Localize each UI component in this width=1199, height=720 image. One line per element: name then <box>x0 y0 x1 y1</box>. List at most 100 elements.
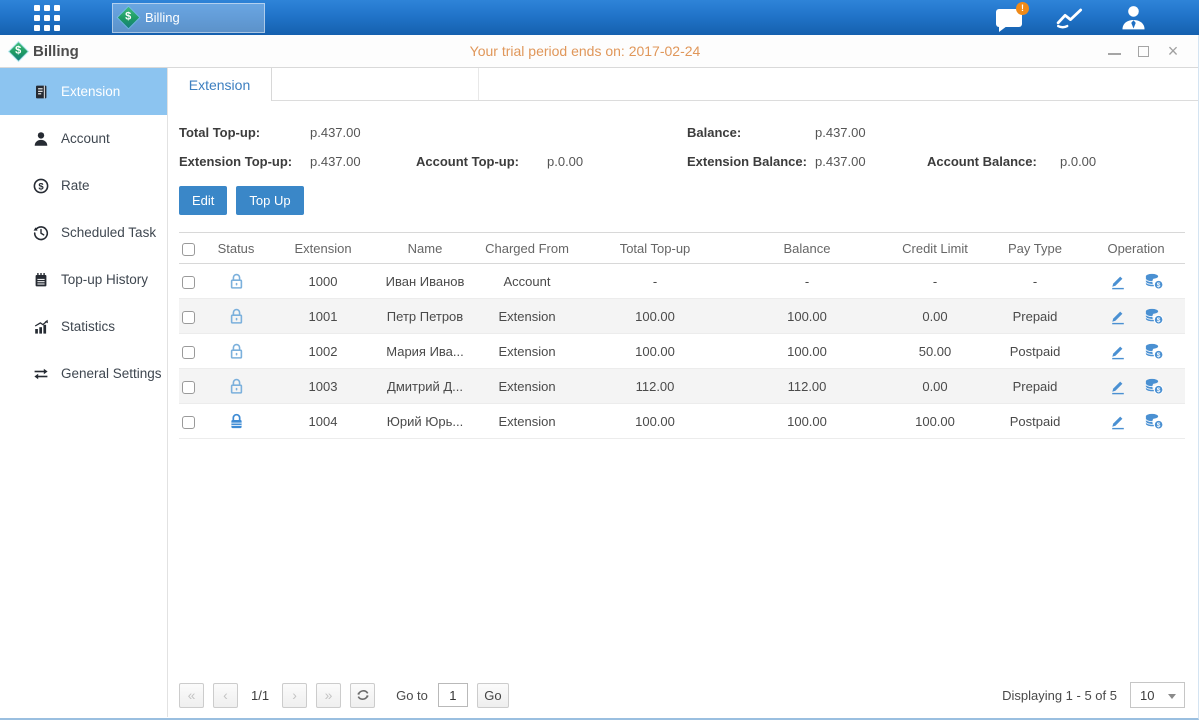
top-up-row-button[interactable]: $ <box>1144 343 1164 360</box>
page-size-select[interactable]: 10 <box>1130 682 1185 708</box>
svg-text:$: $ <box>38 181 44 192</box>
scheduled-task-icon <box>33 225 49 241</box>
sidebar-item-statistics[interactable]: Statistics <box>0 303 167 350</box>
window-title-group: $ Billing <box>12 43 79 60</box>
table-row[interactable]: 1002Мария Ива...Extension100.00100.0050.… <box>179 334 1185 369</box>
name-cell: Иван Иванов <box>379 274 471 289</box>
top-up-icon: $ <box>1144 273 1164 290</box>
balance-value: p.437.00 <box>815 125 927 140</box>
extension-table-body: 1000Иван ИвановAccount----$1001Петр Петр… <box>179 264 1185 439</box>
messages-icon[interactable]: ! <box>996 9 1022 27</box>
svg-text:$: $ <box>1156 352 1160 359</box>
header-checkbox-cell <box>179 240 205 255</box>
edit-icon <box>1109 273 1126 290</box>
user-icon[interactable] <box>1120 5 1147 30</box>
window-controls: × <box>1108 44 1198 58</box>
total-topup-cell: 100.00 <box>583 344 727 359</box>
prev-page-button[interactable]: ‹ <box>213 683 238 708</box>
sidebar-item-extension[interactable]: Extension <box>0 68 167 115</box>
balance-label: Balance: <box>687 125 815 140</box>
table-row[interactable]: 1001Петр ПетровExtension100.00100.000.00… <box>179 299 1185 334</box>
tab-bar: Extension <box>168 68 1198 101</box>
sidebar-item-topup-history[interactable]: Top-up History <box>0 256 167 303</box>
maximize-icon[interactable] <box>1138 46 1149 57</box>
action-buttons: Edit Top Up <box>179 186 1185 215</box>
top-up-row-button[interactable]: $ <box>1144 413 1164 430</box>
balance-cell: 100.00 <box>727 344 887 359</box>
row-checkbox[interactable] <box>182 311 195 324</box>
taskbar-billing-tab[interactable]: $ Billing <box>112 3 265 33</box>
extension-balance-value: p.437.00 <box>815 154 927 169</box>
edit-button[interactable]: Edit <box>179 186 227 215</box>
operation-cell: $ <box>1087 378 1185 395</box>
svg-text:$: $ <box>1156 282 1160 289</box>
svg-text:$: $ <box>1156 387 1160 394</box>
extension-balance-label: Extension Balance: <box>687 154 815 169</box>
charged-from-cell: Extension <box>471 379 583 394</box>
resource-chart-icon[interactable] <box>1056 6 1086 30</box>
row-checkbox[interactable] <box>182 346 195 359</box>
total-topup-cell: - <box>583 274 727 289</box>
edit-row-button[interactable] <box>1109 378 1126 395</box>
first-page-button[interactable]: « <box>179 683 204 708</box>
table-row[interactable]: 1000Иван ИвановAccount----$ <box>179 264 1185 299</box>
notification-badge: ! <box>1016 2 1029 15</box>
lock-open-icon <box>228 343 245 360</box>
billing-window: $ Billing Your trial period ends on: 201… <box>0 35 1199 720</box>
sidebar-item-rate[interactable]: $ Rate <box>0 162 167 209</box>
table-row[interactable]: 1003Дмитрий Д...Extension112.00112.000.0… <box>179 369 1185 404</box>
row-checkbox[interactable] <box>182 416 195 429</box>
charged-from-cell: Extension <box>471 309 583 324</box>
lock-open-icon <box>228 273 245 290</box>
edit-row-button[interactable] <box>1109 308 1126 325</box>
edit-icon <box>1109 343 1126 360</box>
tab-slot-empty <box>272 68 479 100</box>
sidebar-item-scheduled-task[interactable]: Scheduled Task <box>0 209 167 256</box>
header-pay-type: Pay Type <box>983 241 1087 256</box>
next-page-button[interactable]: › <box>282 683 307 708</box>
edit-row-button[interactable] <box>1109 413 1126 430</box>
extension-cell: 1004 <box>267 414 379 429</box>
last-page-button[interactable]: » <box>316 683 341 708</box>
edit-row-button[interactable] <box>1109 343 1126 360</box>
row-checkbox[interactable] <box>182 276 195 289</box>
account-icon <box>33 131 49 147</box>
topup-history-icon <box>33 272 49 288</box>
table-row[interactable]: 1004Юрий Юрь...Extension100.00100.00100.… <box>179 404 1185 439</box>
extension-topup-value: p.437.00 <box>310 154 416 169</box>
top-up-icon: $ <box>1144 378 1164 395</box>
goto-page-input[interactable] <box>438 683 468 707</box>
header-operation: Operation <box>1087 241 1185 256</box>
operation-cell: $ <box>1087 308 1185 325</box>
edit-icon <box>1109 308 1126 325</box>
extension-cell: 1003 <box>267 379 379 394</box>
sidebar-label-topup-history: Top-up History <box>61 272 148 287</box>
extension-icon <box>33 84 49 100</box>
minimize-icon[interactable] <box>1108 47 1121 55</box>
tab-extension[interactable]: Extension <box>168 68 272 101</box>
row-checkbox-cell <box>179 273 205 288</box>
row-checkbox-cell <box>179 413 205 428</box>
sidebar-item-account[interactable]: Account <box>0 115 167 162</box>
close-icon[interactable]: × <box>1166 44 1180 58</box>
edit-row-button[interactable] <box>1109 273 1126 290</box>
credit-limit-cell: 100.00 <box>887 414 983 429</box>
pagination-bar: « ‹ 1/1 › » Go to Go Displaying <box>179 682 1185 708</box>
top-up-button[interactable]: Top Up <box>236 186 303 215</box>
select-all-checkbox[interactable] <box>182 243 195 256</box>
goto-label: Go to <box>396 688 428 703</box>
header-extension: Extension <box>267 241 379 256</box>
top-up-row-button[interactable]: $ <box>1144 273 1164 290</box>
sidebar-item-general-settings[interactable]: General Settings <box>0 350 167 397</box>
refresh-button[interactable] <box>350 683 375 708</box>
go-button[interactable]: Go <box>477 683 509 708</box>
top-up-row-button[interactable]: $ <box>1144 378 1164 395</box>
topbar-right-icons: ! <box>996 5 1199 30</box>
name-cell: Мария Ива... <box>379 344 471 359</box>
pay-type-cell: Postpaid <box>983 344 1087 359</box>
row-checkbox[interactable] <box>182 381 195 394</box>
app-launcher-icon[interactable] <box>34 5 60 31</box>
row-checkbox-cell <box>179 343 205 358</box>
top-up-row-button[interactable]: $ <box>1144 308 1164 325</box>
total-topup-label: Total Top-up: <box>179 125 310 140</box>
